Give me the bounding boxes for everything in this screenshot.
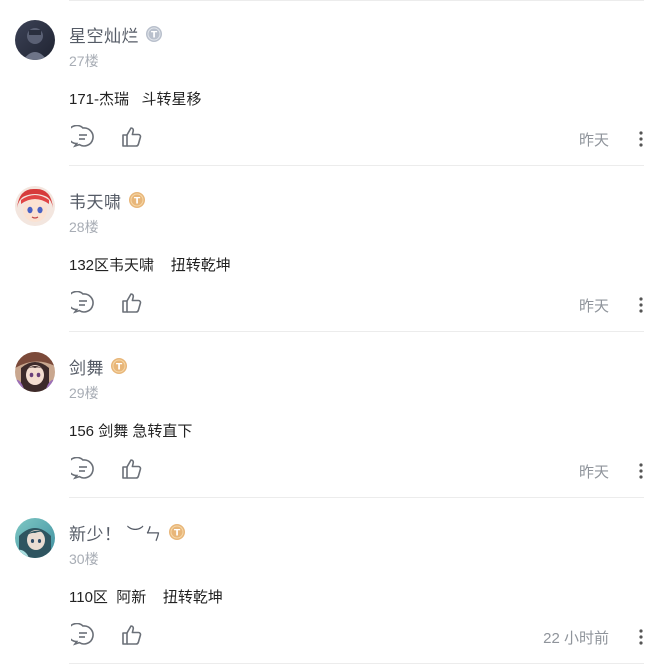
floor-number: 27楼 [69,53,99,69]
avatar[interactable] [15,186,55,226]
divider [69,663,644,664]
username-row: 韦天啸 T [69,188,146,212]
more-icon[interactable] [634,294,648,316]
more-icon[interactable] [634,460,648,482]
svg-text:T: T [151,31,158,41]
comment-text: 156 剑舞 急转直下 [69,423,193,440]
timestamp: 昨天 [578,464,609,481]
like-icon[interactable] [120,291,144,315]
floor-number: 29楼 [69,385,99,401]
gold-level-badge-icon: T [168,524,185,540]
like-icon[interactable] [120,623,144,647]
like-icon[interactable] [120,125,144,149]
username[interactable]: 新少！ ︶ㄣ [69,520,162,545]
comment-text: 171-杰瑞 斗转星移 [69,91,202,108]
comment-item: 剑舞 T 29楼 156 剑舞 急转直下 昨天 [0,332,661,498]
timestamp: 昨天 [578,298,609,315]
floor-number: 30楼 [69,551,99,567]
avatar[interactable] [15,352,55,392]
svg-text:T: T [134,197,141,207]
comment-text: 110区 阿新 扭转乾坤 [69,589,223,606]
more-icon[interactable] [634,128,648,150]
gray-level-badge-icon: T [146,26,162,42]
username-row: 星空灿烂 T [69,22,163,46]
floor-number: 28楼 [69,219,99,235]
username[interactable]: 剑舞 [69,354,104,379]
reply-icon[interactable] [71,623,95,647]
avatar[interactable] [15,518,55,558]
more-icon[interactable] [634,626,648,648]
comment-item: 韦天啸 T 28楼 132区韦天啸 扭转乾坤 昨天 [0,166,661,332]
comment-item: 新少！ ︶ㄣ T 30楼 110区 阿新 扭转乾坤 22 小时前 [0,498,661,664]
username-row: 新少！ ︶ㄣ T [69,520,186,544]
username-row: 剑舞 T [69,354,128,378]
svg-text:T: T [116,363,123,373]
comment-item: 星空灿烂 T 27楼 171-杰瑞 斗转星移 昨天 [0,0,661,166]
username[interactable]: 韦天啸 [69,188,122,213]
reply-icon[interactable] [71,125,95,149]
reply-icon[interactable] [71,457,95,481]
svg-text:T: T [174,529,181,539]
username[interactable]: 星空灿烂 [69,22,139,47]
timestamp: 昨天 [578,132,609,149]
reply-icon[interactable] [71,291,95,315]
avatar[interactable] [15,20,55,60]
comment-text: 132区韦天啸 扭转乾坤 [69,257,231,274]
gold-level-badge-icon: T [111,358,127,374]
timestamp: 22 小时前 [543,630,609,647]
like-icon[interactable] [120,457,144,481]
gold-level-badge-icon: T [128,192,145,208]
